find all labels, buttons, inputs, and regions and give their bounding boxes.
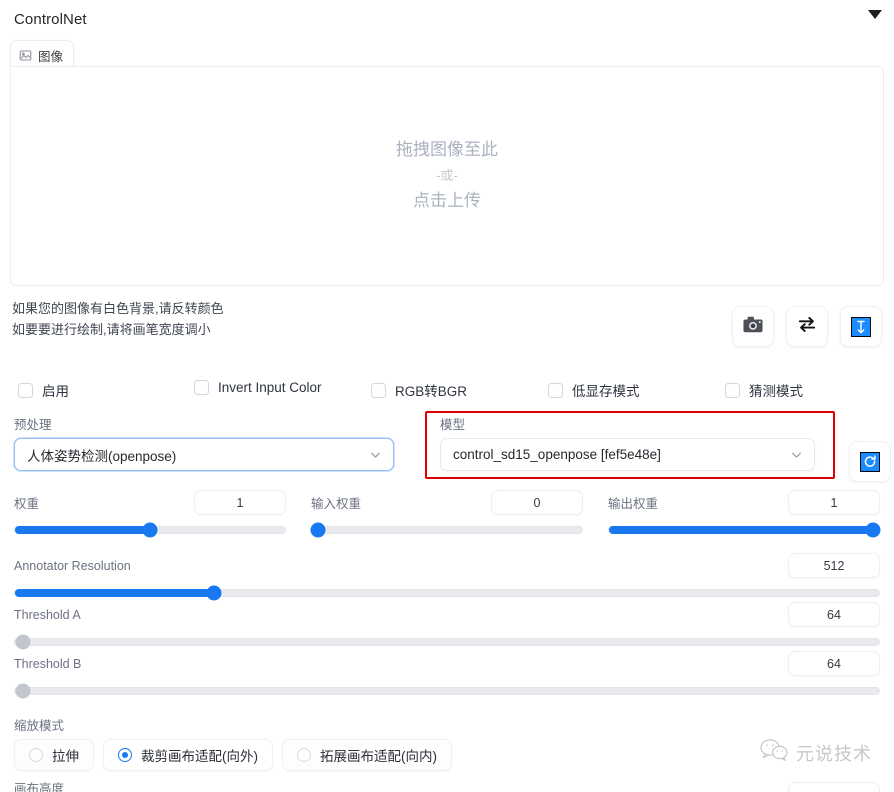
slider-annotator-resolution-label: Annotator Resolution [14,558,131,573]
slider-output-weight-track[interactable] [608,522,881,538]
checkbox-invert-input-color-label: Invert Input Color [218,380,322,395]
slider-threshold-a-knob[interactable] [15,634,31,650]
fullscreen-button[interactable] [840,306,882,347]
slider-annotator-resolution-track[interactable] [14,585,880,601]
image-tool-buttons [732,306,882,347]
slider-output-weight-fill [609,526,879,534]
slider-input-weight-knob[interactable] [310,522,326,538]
controlnet-panel: ControlNet 图像 拖拽图像至此 -或- 点击上传 如果您的图像有白色背… [0,0,894,792]
preprocessor-select[interactable]: 人体姿势检测(openpose) [14,438,394,471]
radio-dot [118,748,132,762]
image-icon [19,49,32,62]
canvas-height-label: 画布高度 [14,782,65,792]
checkbox-box [725,382,740,398]
slider-threshold-b-knob[interactable] [15,683,31,699]
preprocessor-value: 人体姿势检测(openpose) [27,448,177,464]
slider-output-weight: 输出权重 1 [608,490,881,538]
slider-output-weight-value[interactable]: 1 [788,490,880,515]
radio-resize-expand-inner[interactable]: 拓展画布适配(向内) [282,739,452,771]
swap-icon [797,315,817,338]
slider-weight-knob[interactable] [142,522,158,538]
slider-threshold-b-label: Threshold B [14,656,82,671]
slider-threshold-b-track[interactable] [14,683,880,699]
image-dropzone[interactable]: 拖拽图像至此 -或- 点击上传 [10,66,884,286]
slider-threshold-a-track[interactable] [14,634,880,650]
dropzone-upload-text: 点击上传 [413,191,481,211]
slider-input-weight: 输入权重 0 [310,490,583,538]
slider-threshold-b: Threshold B 64 [14,651,880,699]
checkbox-box [18,382,33,398]
watermark: 元说技术 [759,738,872,767]
slider-annotator-resolution-fill [15,589,214,597]
dropzone-drag-text: 拖拽图像至此 [396,140,498,160]
panel-title: ControlNet [14,10,87,28]
radio-resize-crop-outer[interactable]: 裁剪画布适配(向外) [103,739,273,771]
chevron-down-icon [369,448,382,461]
slider-input-weight-label: 输入权重 [311,497,362,511]
model-select[interactable]: control_sd15_openpose [fef5e48e] [440,438,815,471]
fullscreen-icon [851,316,871,337]
radio-resize-crop-outer-label: 裁剪画布适配(向外) [141,749,258,764]
refresh-icon [860,451,880,472]
slider-threshold-b-value[interactable]: 64 [788,651,880,676]
tab-image-label: 图像 [38,50,64,64]
option-checkbox-row: 启用 Invert Input Color RGB转BGR 低显存模式 猜测模式 [0,380,894,404]
chevron-down-icon [790,448,803,461]
swap-button[interactable] [786,306,828,347]
checkbox-low-vram-label: 低显存模式 [572,384,640,399]
slider-weight-value[interactable]: 1 [194,490,286,515]
checkbox-enable-label: 启用 [42,384,69,399]
slider-weight-label: 权重 [14,497,40,511]
checkbox-rgb-to-bgr[interactable]: RGB转BGR [371,380,467,400]
model-group: 模型 control_sd15_openpose [fef5e48e] [440,414,815,471]
canvas-height-value[interactable] [788,782,880,792]
slider-output-weight-label: 输出权重 [608,497,659,511]
model-label: 模型 [440,418,466,432]
checkbox-box [371,382,386,398]
hint-line-2: 如要要进行绘制,请将画笔宽度调小 [12,322,211,337]
camera-icon [743,316,763,338]
resize-mode-group: 缩放模式 拉伸 裁剪画布适配(向外) 拓展画布适配(向内) [14,715,452,771]
camera-button[interactable] [732,306,774,347]
checkbox-guess-mode-label: 猜测模式 [749,384,803,399]
slider-threshold-a-value[interactable]: 64 [788,602,880,627]
slider-weight-track[interactable] [14,522,286,538]
slider-annotator-resolution: Annotator Resolution 512 [14,553,880,601]
slider-annotator-resolution-knob[interactable] [206,585,222,601]
watermark-text: 元说技术 [796,743,872,764]
slider-output-weight-knob[interactable] [865,522,881,538]
preprocessor-group: 预处理 人体姿势检测(openpose) [14,414,394,471]
radio-resize-stretch[interactable]: 拉伸 [14,739,94,771]
hint-block: 如果您的图像有白色背景,请反转颜色 如要要进行绘制,请将画笔宽度调小 [12,298,224,340]
slider-threshold-a: Threshold A 64 [14,602,880,650]
radio-resize-stretch-label: 拉伸 [52,749,79,764]
refresh-models-button[interactable] [849,441,891,482]
slider-input-weight-track[interactable] [310,522,583,538]
hint-line-1: 如果您的图像有白色背景,请反转颜色 [12,301,224,316]
slider-weight-fill [15,526,150,534]
radio-resize-expand-inner-label: 拓展画布适配(向内) [320,749,437,764]
panel-header: ControlNet [0,0,894,38]
dropzone-or-text: -或- [436,167,458,183]
checkbox-box [548,382,563,398]
wechat-icon [759,738,789,767]
checkbox-enable[interactable]: 启用 [18,380,69,400]
radio-dot [29,748,43,762]
resize-mode-label: 缩放模式 [14,719,65,733]
chevron-down-icon[interactable] [868,10,882,19]
checkbox-low-vram[interactable]: 低显存模式 [548,380,640,400]
model-value: control_sd15_openpose [fef5e48e] [453,447,661,462]
slider-input-weight-value[interactable]: 0 [491,490,583,515]
radio-dot [297,748,311,762]
slider-threshold-a-label: Threshold A [14,607,81,622]
slider-annotator-resolution-value[interactable]: 512 [788,553,880,578]
checkbox-rgb-to-bgr-label: RGB转BGR [395,384,468,399]
slider-weight: 权重 1 [14,490,286,538]
checkbox-guess-mode[interactable]: 猜测模式 [725,380,803,400]
checkbox-box [194,380,209,395]
checkbox-invert-input-color[interactable]: Invert Input Color [194,380,322,395]
preprocessor-label: 预处理 [14,418,52,432]
